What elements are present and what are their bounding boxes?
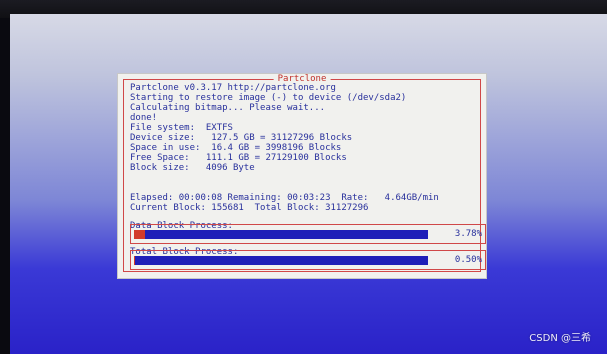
version-line: Partclone v0.3.17 http://partclone.org xyxy=(130,83,336,93)
done-line: done! xyxy=(130,113,158,123)
free-space-line: Free Space: 111.1 GB = 27129100 Blocks xyxy=(130,153,347,163)
data-block-fill xyxy=(134,230,146,239)
block-size-line: Block size: 4096 Byte xyxy=(130,163,255,173)
csdn-watermark: CSDN @三希 xyxy=(529,333,591,344)
restore-line: Starting to restore image (-) to device … xyxy=(130,93,407,103)
data-block-track xyxy=(134,230,428,239)
total-block-progress: 0.50% xyxy=(130,250,486,270)
monitor-screen: Partclone Partclone v0.3.17 http://partc… xyxy=(10,14,607,354)
space-in-use-line: Space in use: 16.4 GB = 3998196 Blocks xyxy=(130,143,342,153)
device-size-line: Device size: 127.5 GB = 31127296 Blocks xyxy=(130,133,353,143)
total-block-track xyxy=(134,256,428,265)
dialog-frame: Partclone Partclone v0.3.17 http://partc… xyxy=(123,74,486,272)
data-block-progress: 3.78% xyxy=(130,224,486,244)
total-block-fill xyxy=(134,256,136,265)
data-block-percent: 3.78% xyxy=(454,229,482,239)
partclone-dialog: Partclone Partclone v0.3.17 http://partc… xyxy=(118,74,486,278)
file-system-line: File system: EXTFS xyxy=(130,123,233,133)
elapsed-line: Elapsed: 00:00:08 Remaining: 00:03:23 Ra… xyxy=(130,193,439,203)
current-block-line: Current Block: 155681 Total Block: 31127… xyxy=(130,203,369,213)
calculating-line: Calculating bitmap... Please wait... xyxy=(130,103,326,113)
total-block-percent: 0.50% xyxy=(454,255,482,265)
